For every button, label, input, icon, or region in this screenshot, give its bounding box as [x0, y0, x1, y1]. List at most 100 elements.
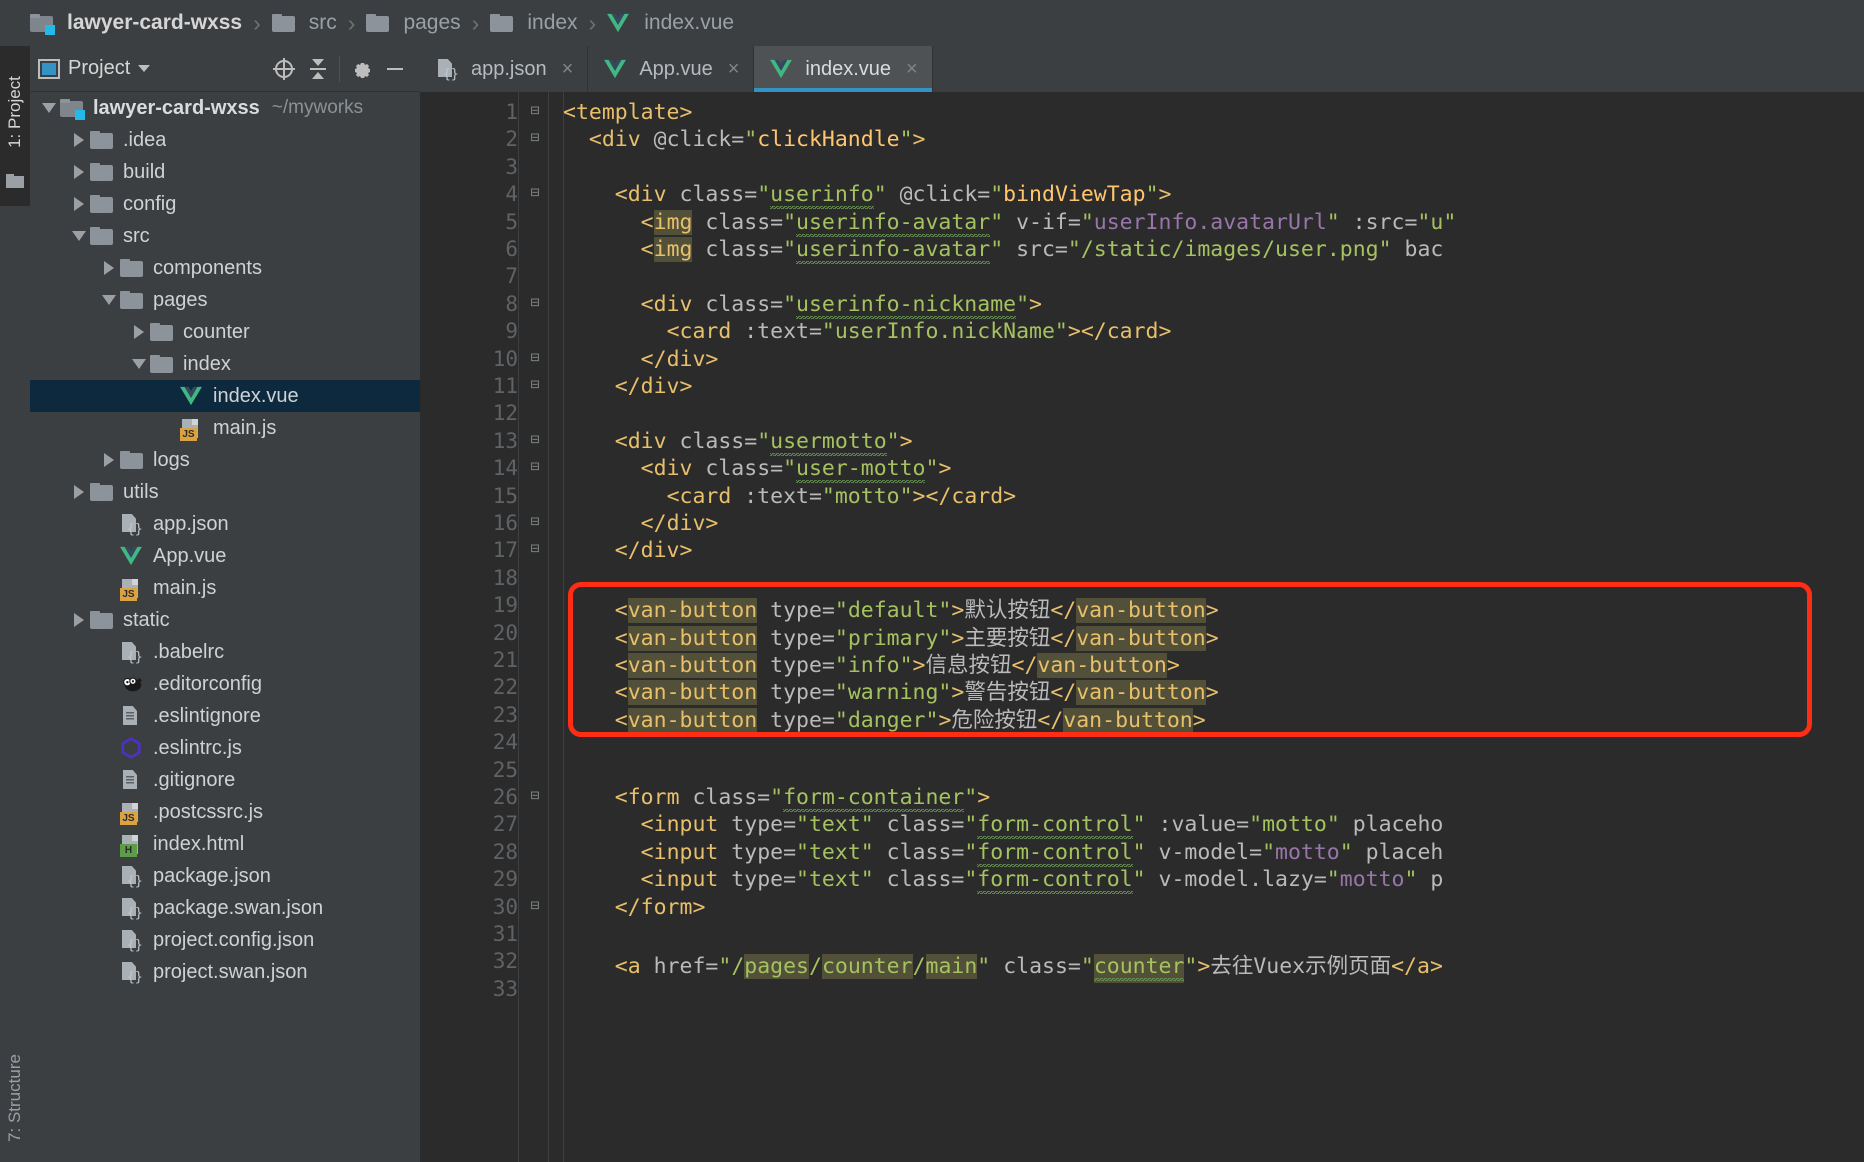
- tree-item-app-vue[interactable]: App.vue: [30, 540, 420, 572]
- chevron-down-icon[interactable]: [128, 353, 150, 375]
- locate-icon[interactable]: [267, 54, 301, 84]
- editor-tab-app-vue[interactable]: App.vue ×: [588, 46, 755, 92]
- chevron-right-icon[interactable]: [128, 321, 150, 343]
- fold-marker-icon[interactable]: ⊟: [526, 183, 544, 201]
- fold-marker-icon[interactable]: ⊟: [526, 457, 544, 475]
- breadcrumb-item-pages[interactable]: pages: [366, 11, 461, 35]
- fold-marker-icon[interactable]: ⊟: [526, 101, 544, 119]
- code-line[interactable]: <div class="userinfo" @click="bindViewTa…: [563, 182, 1171, 212]
- gear-icon[interactable]: [344, 54, 378, 84]
- fold-marker-icon[interactable]: ⊟: [526, 348, 544, 366]
- tree-item-src[interactable]: src: [30, 220, 420, 252]
- close-icon[interactable]: ×: [728, 58, 740, 81]
- tree-item-components[interactable]: components: [30, 252, 420, 284]
- breadcrumb-item-index[interactable]: index: [490, 11, 578, 35]
- chevron-down-icon[interactable]: [68, 225, 90, 247]
- code-editor[interactable]: 1 ⊟ <template> 2 ⊟ <div @click="clickHandle"…: [420, 92, 1864, 1162]
- code-line[interactable]: <input type="text" class="form-control" …: [563, 839, 1443, 869]
- code-line[interactable]: <div class="usermotto">: [563, 428, 913, 458]
- code-line[interactable]: <template>: [563, 100, 692, 125]
- fold-marker-icon[interactable]: ⊟: [526, 128, 544, 146]
- tool-button-structure[interactable]: 7: Structure: [0, 1042, 30, 1162]
- code-line[interactable]: <div @click="clickHandle">: [563, 127, 926, 152]
- code-line[interactable]: <img class="userinfo-avatar" src="/stati…: [563, 237, 1443, 266]
- chevron-down-icon[interactable]: [38, 97, 60, 119]
- editor-tab-app-json[interactable]: {} app.json ×: [420, 46, 589, 92]
- chevron-right-icon[interactable]: [68, 481, 90, 503]
- tree-item-config[interactable]: config: [30, 188, 420, 220]
- fold-marker-icon[interactable]: ⊟: [526, 375, 544, 393]
- code-line[interactable]: <van-button type="primary">主要按钮</van-but…: [563, 621, 1219, 652]
- code-line[interactable]: <input type="text" class="form-control" …: [563, 812, 1443, 842]
- tree-item-pages[interactable]: pages: [30, 284, 420, 316]
- code-line[interactable]: <a href="/pages/counter/main" class="cou…: [563, 949, 1443, 984]
- breadcrumb-item-lawyer-card-wxss[interactable]: lawyer-card-wxss: [30, 11, 242, 35]
- tool-button-project[interactable]: 1: Project: [0, 46, 30, 206]
- tree-item-lawyer-card-wxss[interactable]: lawyer-card-wxss ~/myworks: [30, 92, 420, 124]
- chevron-right-icon[interactable]: [68, 609, 90, 631]
- chevron-right-icon[interactable]: [68, 129, 90, 151]
- code-line[interactable]: </div>: [563, 374, 693, 399]
- fold-marker-icon[interactable]: ⊟: [526, 896, 544, 914]
- code-line[interactable]: <form class="form-container">: [563, 785, 990, 814]
- project-file-tree[interactable]: lawyer-card-wxss ~/myworks .idea build confi…: [30, 92, 420, 1162]
- code-line[interactable]: </form>: [563, 895, 706, 920]
- code-line[interactable]: </div>: [563, 347, 719, 372]
- tree-item--postcssrc-js[interactable]: JS .postcssrc.js: [30, 796, 420, 828]
- close-icon[interactable]: ×: [562, 58, 574, 81]
- tree-item-project-swan-json[interactable]: {} project.swan.json: [30, 956, 420, 988]
- code-line[interactable]: <van-button type="info">信息按钮</van-button…: [563, 648, 1180, 679]
- fold-marker-icon[interactable]: ⊟: [526, 430, 544, 448]
- breadcrumb-separator: ›: [588, 9, 597, 36]
- code-line[interactable]: <van-button type="warning">警告按钮</van-but…: [563, 675, 1219, 706]
- tree-item--idea[interactable]: .idea: [30, 124, 420, 156]
- tree-item-build[interactable]: build: [30, 156, 420, 188]
- editor-tab-bar[interactable]: {} app.json × App.vue × index.vue ×: [420, 46, 1864, 92]
- tree-item-static[interactable]: static: [30, 604, 420, 636]
- tree-item-package-json[interactable]: {} package.json: [30, 860, 420, 892]
- tree-item-main-js[interactable]: JS main.js: [30, 412, 420, 444]
- collapse-all-icon[interactable]: [301, 54, 335, 84]
- code-line[interactable]: <van-button type="danger">危险按钮</van-butt…: [563, 703, 1206, 734]
- chevron-right-icon[interactable]: [68, 193, 90, 215]
- code-line[interactable]: <div class="userinfo-nickname">: [563, 291, 1042, 321]
- chevron-right-icon[interactable]: [68, 161, 90, 183]
- code-line[interactable]: </div>: [563, 511, 719, 536]
- fold-marker-icon[interactable]: ⊟: [526, 786, 544, 804]
- tree-item-app-json[interactable]: {} app.json: [30, 508, 420, 540]
- fold-marker-icon[interactable]: ⊟: [526, 512, 544, 530]
- tree-item-logs[interactable]: logs: [30, 444, 420, 476]
- tree-item-index-vue[interactable]: index.vue: [30, 380, 420, 412]
- editor-tab-index-vue[interactable]: index.vue ×: [754, 46, 933, 92]
- fold-marker-icon[interactable]: ⊟: [526, 293, 544, 311]
- tree-item-project-config-json[interactable]: {} project.config.json: [30, 924, 420, 956]
- tree-item--eslintignore[interactable]: .eslintignore: [30, 700, 420, 732]
- close-icon[interactable]: ×: [906, 58, 918, 81]
- breadcrumb-item-src[interactable]: src: [271, 11, 337, 35]
- tree-item--gitignore[interactable]: .gitignore: [30, 764, 420, 796]
- code-line[interactable]: <input type="text" class="form-control" …: [563, 867, 1443, 897]
- tree-item-index[interactable]: index: [30, 348, 420, 380]
- code-line[interactable]: <card :text="motto"></card>: [563, 484, 1017, 509]
- chevron-right-icon[interactable]: [98, 257, 120, 279]
- tree-item--eslintrc-js[interactable]: .eslintrc.js: [30, 732, 420, 764]
- tree-item-package-swan-json[interactable]: {} package.swan.json: [30, 892, 420, 924]
- code-line[interactable]: <van-button type="default">默认按钮</van-but…: [563, 593, 1219, 624]
- hide-panel-icon[interactable]: [378, 54, 412, 84]
- tree-item--babelrc[interactable]: {} .babelrc: [30, 636, 420, 668]
- code-line[interactable]: <img class="userinfo-avatar" v-if="userI…: [563, 209, 1456, 239]
- code-line[interactable]: <div class="user-motto">: [563, 456, 951, 486]
- fold-marker-icon[interactable]: ⊟: [526, 539, 544, 557]
- tree-item-utils[interactable]: utils: [30, 476, 420, 508]
- chevron-down-icon[interactable]: [138, 65, 151, 72]
- chevron-down-icon[interactable]: [98, 289, 120, 311]
- chevron-right-icon[interactable]: [98, 449, 120, 471]
- tree-item-counter[interactable]: counter: [30, 316, 420, 348]
- code-line[interactable]: </div>: [563, 538, 693, 563]
- code-line[interactable]: <card :text="userInfo.nickName"></card>: [563, 319, 1172, 344]
- breadcrumb-item-index-vue[interactable]: index.vue: [607, 11, 734, 35]
- tree-item--editorconfig[interactable]: .editorconfig: [30, 668, 420, 700]
- tree-item-main-js[interactable]: JS main.js: [30, 572, 420, 604]
- tree-item-index-html[interactable]: Hindex.html: [30, 828, 420, 860]
